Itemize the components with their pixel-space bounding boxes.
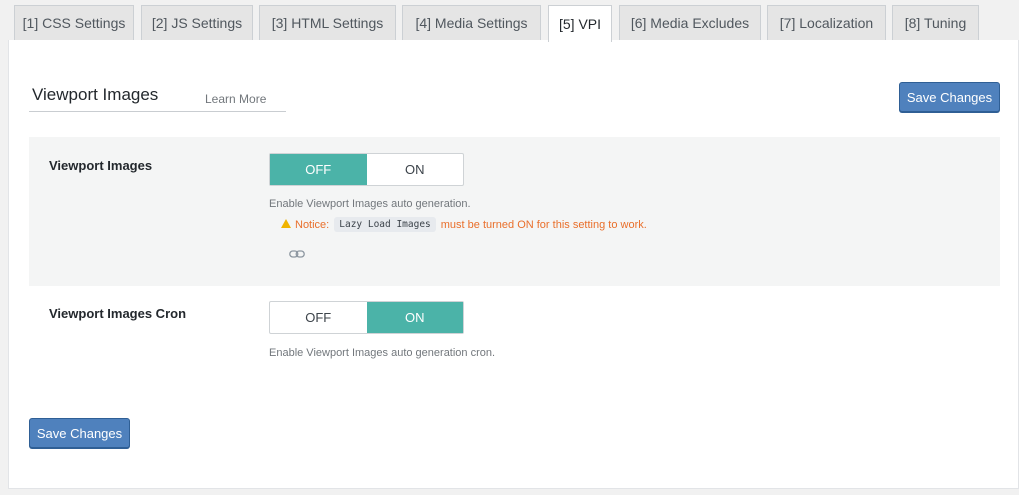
page-title: Viewport Images — [32, 85, 159, 104]
viewport-images-description: Enable Viewport Images auto generation. — [269, 198, 471, 210]
setting-row-viewport-images — [29, 137, 1000, 286]
viewport-images-notice: Notice: Lazy Load Images must be turned … — [281, 217, 647, 232]
tab-js-settings[interactable]: [2] JS Settings — [141, 5, 253, 40]
learn-more-link[interactable]: Learn More — [205, 92, 266, 106]
viewport-images-cron-off-option[interactable]: OFF — [270, 302, 367, 333]
lazy-load-images-code: Lazy Load Images — [334, 217, 436, 232]
viewport-images-cron-toggle: OFF ON — [269, 301, 464, 334]
tab-localization[interactable]: [7] Localization — [767, 5, 886, 40]
viewport-images-toggle: OFF ON — [269, 153, 464, 186]
settings-tabs: [1] CSS Settings [2] JS Settings [3] HTM… — [0, 0, 1019, 42]
link-icon[interactable] — [289, 249, 305, 259]
tab-vpi[interactable]: [5] VPI — [548, 5, 612, 42]
viewport-images-cron-on-option[interactable]: ON — [366, 302, 463, 333]
warning-icon — [281, 219, 291, 228]
tab-media-excludes[interactable]: [6] Media Excludes — [619, 5, 761, 40]
tab-tuning[interactable]: [8] Tuning — [892, 5, 979, 40]
settings-panel: Viewport Images Learn More Save Changes … — [8, 40, 1019, 489]
viewport-images-off-option[interactable]: OFF — [270, 154, 367, 185]
viewport-images-on-option[interactable]: ON — [367, 154, 464, 185]
tab-media-settings[interactable]: [4] Media Settings — [402, 5, 541, 40]
section-heading: Viewport Images Learn More — [29, 85, 286, 112]
notice-prefix: Notice: — [295, 218, 330, 231]
setting-label-viewport-images: Viewport Images — [49, 158, 153, 173]
setting-label-viewport-images-cron: Viewport Images Cron — [49, 306, 187, 321]
notice-suffix: must be turned ON for this setting to wo… — [440, 218, 647, 231]
save-changes-button-bottom[interactable]: Save Changes — [29, 418, 130, 448]
tab-html-settings[interactable]: [3] HTML Settings — [259, 5, 396, 40]
save-changes-button-top[interactable]: Save Changes — [899, 82, 1000, 112]
tab-css-settings[interactable]: [1] CSS Settings — [14, 5, 134, 40]
viewport-images-cron-description: Enable Viewport Images auto generation c… — [269, 347, 496, 359]
